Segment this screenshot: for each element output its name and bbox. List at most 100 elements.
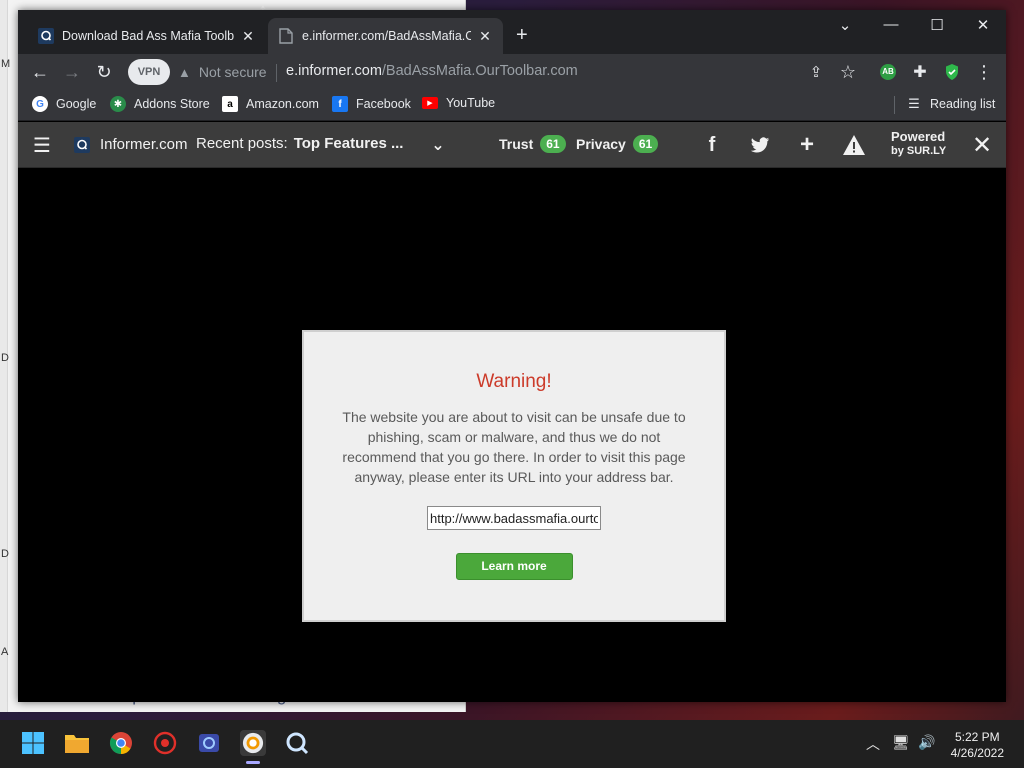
informer-site-name: Informer.com [100, 136, 188, 153]
windows-start-icon[interactable] [20, 730, 46, 756]
reading-list-label: Reading list [930, 97, 996, 111]
tab-title: e.informer.com/BadAssMafia.OurToolbar [302, 29, 471, 43]
add-icon[interactable]: + [793, 131, 821, 158]
informer-icon [38, 28, 54, 44]
adblock-extension-icon[interactable]: AB [876, 60, 900, 84]
reading-list-icon: ☰ [908, 96, 920, 111]
bookmark-label: YouTube [446, 96, 496, 110]
reload-icon[interactable]: ↻ [92, 60, 116, 84]
tray-chevron-up-icon[interactable]: ︿ [866, 734, 880, 754]
target-url-field[interactable] [427, 506, 601, 530]
powered-by-surly[interactable]: Powered by SUR.LY [891, 130, 946, 158]
background-letter: M [1, 58, 11, 70]
youtube-icon: ▶ [422, 97, 438, 109]
taskbar: ︿ 🖥 🔊 5:22 PM 4/26/2022 [0, 720, 1024, 768]
minimize-button[interactable]: — [876, 16, 906, 33]
close-toolbar-icon[interactable]: ✕ [968, 132, 996, 159]
document-icon [278, 28, 294, 44]
informer-app-icon[interactable] [240, 730, 266, 764]
bookmark-star-icon[interactable]: ☆ [836, 60, 860, 84]
informer-site-link[interactable]: Informer.com [74, 136, 188, 153]
bookmark-label: Google [56, 97, 97, 111]
background-letter: A [1, 646, 9, 658]
trust-score: Trust 61 [499, 135, 566, 153]
warning-title: Warning! [476, 371, 552, 392]
privacy-badge: 61 [632, 135, 659, 153]
amazon-icon: a [222, 96, 238, 112]
adblock-label: AB [880, 64, 896, 80]
recent-posts-label: Recent posts: [196, 135, 288, 152]
shield-extension-icon[interactable] [940, 60, 964, 84]
bookmarks-divider [894, 96, 895, 114]
privacy-label: Privacy [576, 136, 626, 152]
volume-icon[interactable]: 🔊 [918, 734, 935, 751]
browser-window: Download Bad Ass Mafia Toolbar ✕ e.infor… [18, 10, 1006, 702]
chevron-down-icon[interactable]: ⌄ [424, 133, 452, 157]
bookmark-addons-store[interactable]: ✱ Addons Store [110, 96, 210, 112]
bookmark-facebook[interactable]: f Facebook [332, 96, 411, 112]
informer-icon [74, 136, 90, 153]
trust-label: Trust [499, 136, 534, 152]
twitter-share-icon[interactable] [746, 133, 774, 157]
close-icon[interactable]: ✕ [477, 28, 493, 45]
back-arrow-icon[interactable]: ← [28, 60, 52, 84]
bookmark-label: Addons Store [134, 97, 210, 111]
page-content: Warning! The website you are about to vi… [18, 168, 1006, 702]
warning-triangle-icon: ▲ [178, 64, 191, 80]
url-path: /BadAssMafia.OurToolbar.com [381, 63, 578, 79]
bookmark-google[interactable]: G Google [32, 96, 96, 112]
maximize-button[interactable]: ☐ [922, 16, 952, 34]
file-explorer-icon[interactable] [64, 730, 90, 756]
security-app-icon[interactable] [152, 730, 178, 756]
bookmark-label: Amazon.com [246, 97, 319, 111]
address-bar[interactable]: e.informer.com/BadAssMafia.OurToolbar.co… [286, 63, 578, 79]
tab-informer-warning[interactable]: e.informer.com/BadAssMafia.OurToolbar ✕ [268, 18, 503, 54]
recent-posts-value: Top Features ... [293, 135, 404, 152]
bookmarks-bar: G Google ✱ Addons Store a Amazon.com f F… [18, 90, 1006, 121]
bookmark-amazon[interactable]: a Amazon.com [222, 96, 319, 112]
menu-kebab-icon[interactable]: ⋮ [972, 60, 996, 84]
warning-dialog: Warning! The website you are about to vi… [302, 330, 726, 622]
powered-line-1: Powered [891, 129, 946, 144]
clock-date: 4/26/2022 [950, 746, 1004, 760]
not-secure-label: Not secure [198, 64, 267, 80]
browser-toolbar: ← → ↻ VPN ▲ Not secure e.informer.com/Ba… [18, 54, 1006, 90]
recent-posts[interactable]: Recent posts: Top Features ... [196, 135, 403, 152]
background-letter: D [1, 548, 9, 560]
reading-list-button[interactable]: ☰ Reading list [906, 96, 995, 112]
informer-toolbar: ☰ Informer.com Recent posts: Top Feature… [18, 122, 1006, 168]
bookmark-label: Facebook [356, 97, 411, 111]
security-indicator[interactable]: ▲ Not secure [178, 64, 267, 80]
learn-more-button[interactable]: Learn more [455, 553, 573, 580]
bookmark-youtube[interactable]: ▶ YouTube [422, 96, 495, 110]
tab-download[interactable]: Download Bad Ass Mafia Toolbar ✕ [28, 18, 266, 54]
search-app-icon[interactable] [284, 730, 310, 756]
tab-strip: Download Bad Ass Mafia Toolbar ✕ e.infor… [18, 10, 1006, 54]
report-warning-icon[interactable] [840, 133, 868, 157]
google-icon: G [32, 96, 48, 112]
addons-store-icon: ✱ [110, 96, 126, 112]
privacy-score: Privacy 61 [576, 135, 659, 153]
chrome-icon[interactable] [108, 730, 134, 756]
facebook-icon: f [332, 96, 348, 112]
trust-badge: 61 [540, 135, 566, 153]
share-icon[interactable]: ⇪ [804, 60, 828, 84]
tab-title: Download Bad Ass Mafia Toolbar [62, 29, 234, 43]
vpn-button[interactable]: VPN [128, 59, 170, 85]
remote-app-icon[interactable] [196, 730, 222, 756]
powered-line-2: by SUR.LY [891, 145, 947, 157]
warning-message: The website you are about to visit can b… [342, 409, 686, 485]
background-letter: D [1, 352, 9, 364]
puzzle-extensions-icon[interactable]: ✚ [908, 60, 932, 84]
forward-arrow-icon[interactable]: → [60, 60, 84, 84]
network-icon[interactable]: 🖥 [892, 734, 910, 751]
clock[interactable]: 5:22 PM 4/26/2022 [951, 729, 1004, 761]
new-tab-button[interactable]: + [516, 24, 528, 46]
tab-search-chevron-icon[interactable]: ⌄ [830, 16, 860, 34]
window-close-button[interactable]: ✕ [968, 16, 998, 34]
close-icon[interactable]: ✕ [240, 28, 256, 45]
url-divider [276, 64, 277, 82]
facebook-share-icon[interactable]: f [698, 133, 726, 157]
hamburger-menu-icon[interactable]: ☰ [28, 133, 56, 157]
url-host: e.informer.com [286, 63, 382, 79]
